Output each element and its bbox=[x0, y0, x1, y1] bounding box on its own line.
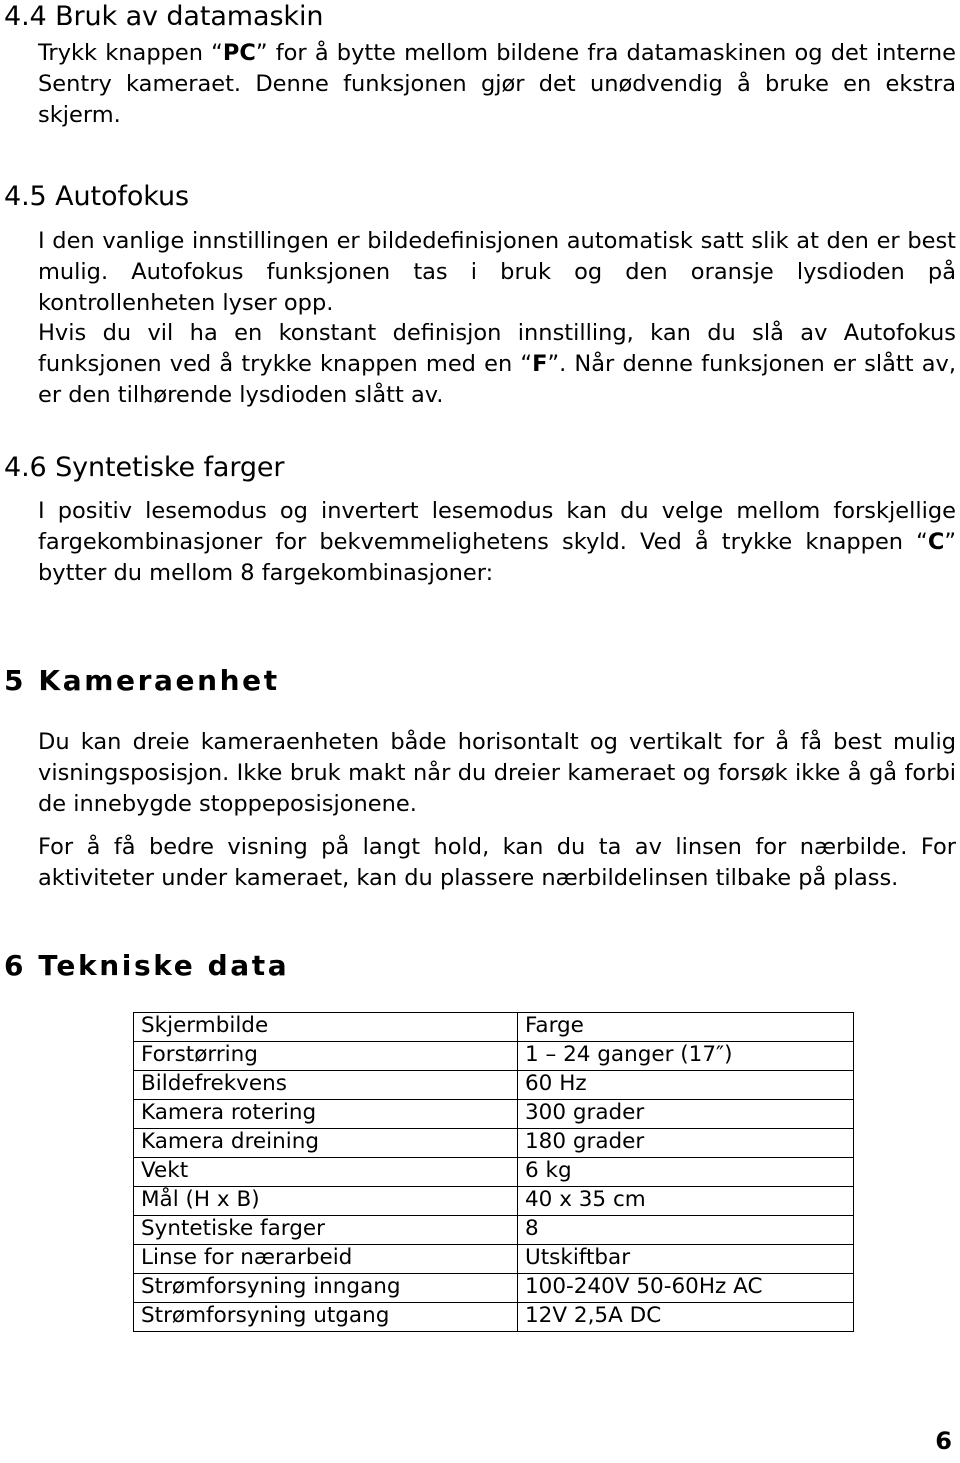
heading-5-kameraenhet: 5 Kameraenhet bbox=[4, 664, 280, 697]
table-cell-label: Kamera rotering bbox=[133, 1099, 518, 1129]
table-cell-value: 60 Hz bbox=[517, 1070, 854, 1100]
paragraph-5-second: For å få bedre visning på langt hold, ka… bbox=[38, 834, 956, 891]
button-name-c: C bbox=[927, 528, 945, 555]
table-row: Kamera dreining 180 grader bbox=[133, 1128, 854, 1158]
technical-data-table: Skjermbilde Farge Forstørring 1 – 24 ganger… bbox=[133, 1012, 854, 1332]
paragraph-4-6: I positiv lesemodus og invertert lesemod… bbox=[38, 496, 956, 589]
table-row: Vekt 6 kg bbox=[133, 1157, 854, 1187]
paragraph-5-first: Du kan dreie kameraenheten både horisont… bbox=[38, 729, 956, 817]
table-cell-label: Strømforsyning inngang bbox=[133, 1273, 518, 1303]
table-row: Strømforsyning inngang 100-240V 50-60Hz A… bbox=[133, 1273, 854, 1303]
heading-4-4: 4.4 Bruk av datamaskin bbox=[4, 1, 324, 32]
button-name-pc: PC bbox=[222, 40, 256, 66]
table-row: Kamera rotering 300 grader bbox=[133, 1099, 854, 1129]
technical-data-table-body: Skjermbilde Farge Forstørring 1 – 24 ganger… bbox=[133, 1012, 854, 1332]
table-row: Syntetiske farger 8 bbox=[133, 1215, 854, 1245]
table-cell-label: Vekt bbox=[133, 1157, 518, 1187]
table-cell-value: Utskiftbar bbox=[517, 1244, 854, 1274]
table-row: Mål (H x B) 40 x 35 cm bbox=[133, 1186, 854, 1216]
table-cell-value: 100-240V 50-60Hz AC bbox=[517, 1273, 854, 1303]
table-cell-value: 180 grader bbox=[517, 1128, 854, 1158]
page-number: 6 bbox=[935, 1427, 952, 1455]
table-cell-value: 300 grader bbox=[517, 1099, 854, 1129]
table-cell-value: 12V 2,5A DC bbox=[517, 1302, 854, 1332]
table-cell-value: 8 bbox=[517, 1215, 854, 1245]
table-cell-label: Skjermbilde bbox=[133, 1012, 518, 1042]
paragraph-4-5-first: I den vanlige innstillingen er bildedefi… bbox=[38, 228, 956, 316]
table-cell-value: 6 kg bbox=[517, 1157, 854, 1187]
table-cell-value: 1 – 24 ganger (17″) bbox=[517, 1041, 854, 1071]
table-cell-label: Linse for nærarbeid bbox=[133, 1244, 518, 1274]
table-row: Strømforsyning utgang 12V 2,5A DC bbox=[133, 1302, 854, 1332]
table-cell-label: Strømforsyning utgang bbox=[133, 1302, 518, 1332]
table-row: Linse for nærarbeid Utskiftbar bbox=[133, 1244, 854, 1274]
paragraph-4-6-prefix: I positiv lesemodus og invertert lesemod… bbox=[38, 498, 956, 555]
table-row: Forstørring 1 – 24 ganger (17″) bbox=[133, 1041, 854, 1071]
paragraph-4-4-prefix: Trykk knappen “ bbox=[38, 40, 223, 66]
table-cell-value: 40 x 35 cm bbox=[517, 1186, 854, 1216]
table-cell-label: Mål (H x B) bbox=[133, 1186, 518, 1216]
document-page: 4.4 Bruk av datamaskin Trykk knappen “PC… bbox=[0, 0, 960, 1463]
heading-6-tekniske-data: 6 Tekniske data bbox=[4, 949, 290, 982]
heading-4-6: 4.6 Syntetiske farger bbox=[4, 452, 285, 483]
table-cell-label: Syntetiske farger bbox=[133, 1215, 518, 1245]
table-row: Bildefrekvens 60 Hz bbox=[133, 1070, 854, 1100]
paragraph-4-4: Trykk knappen “PC” for å bytte mellom bi… bbox=[38, 38, 956, 131]
table-cell-value: Farge bbox=[517, 1012, 854, 1042]
button-name-f: F bbox=[532, 350, 548, 377]
table-cell-label: Kamera dreining bbox=[133, 1128, 518, 1158]
table-cell-label: Bildefrekvens bbox=[133, 1070, 518, 1100]
heading-4-5: 4.5 Autofokus bbox=[4, 181, 189, 212]
table-row: Skjermbilde Farge bbox=[133, 1012, 854, 1042]
table-cell-label: Forstørring bbox=[133, 1041, 518, 1071]
paragraph-4-5-second: Hvis du vil ha en konstant definisjon in… bbox=[38, 318, 956, 411]
